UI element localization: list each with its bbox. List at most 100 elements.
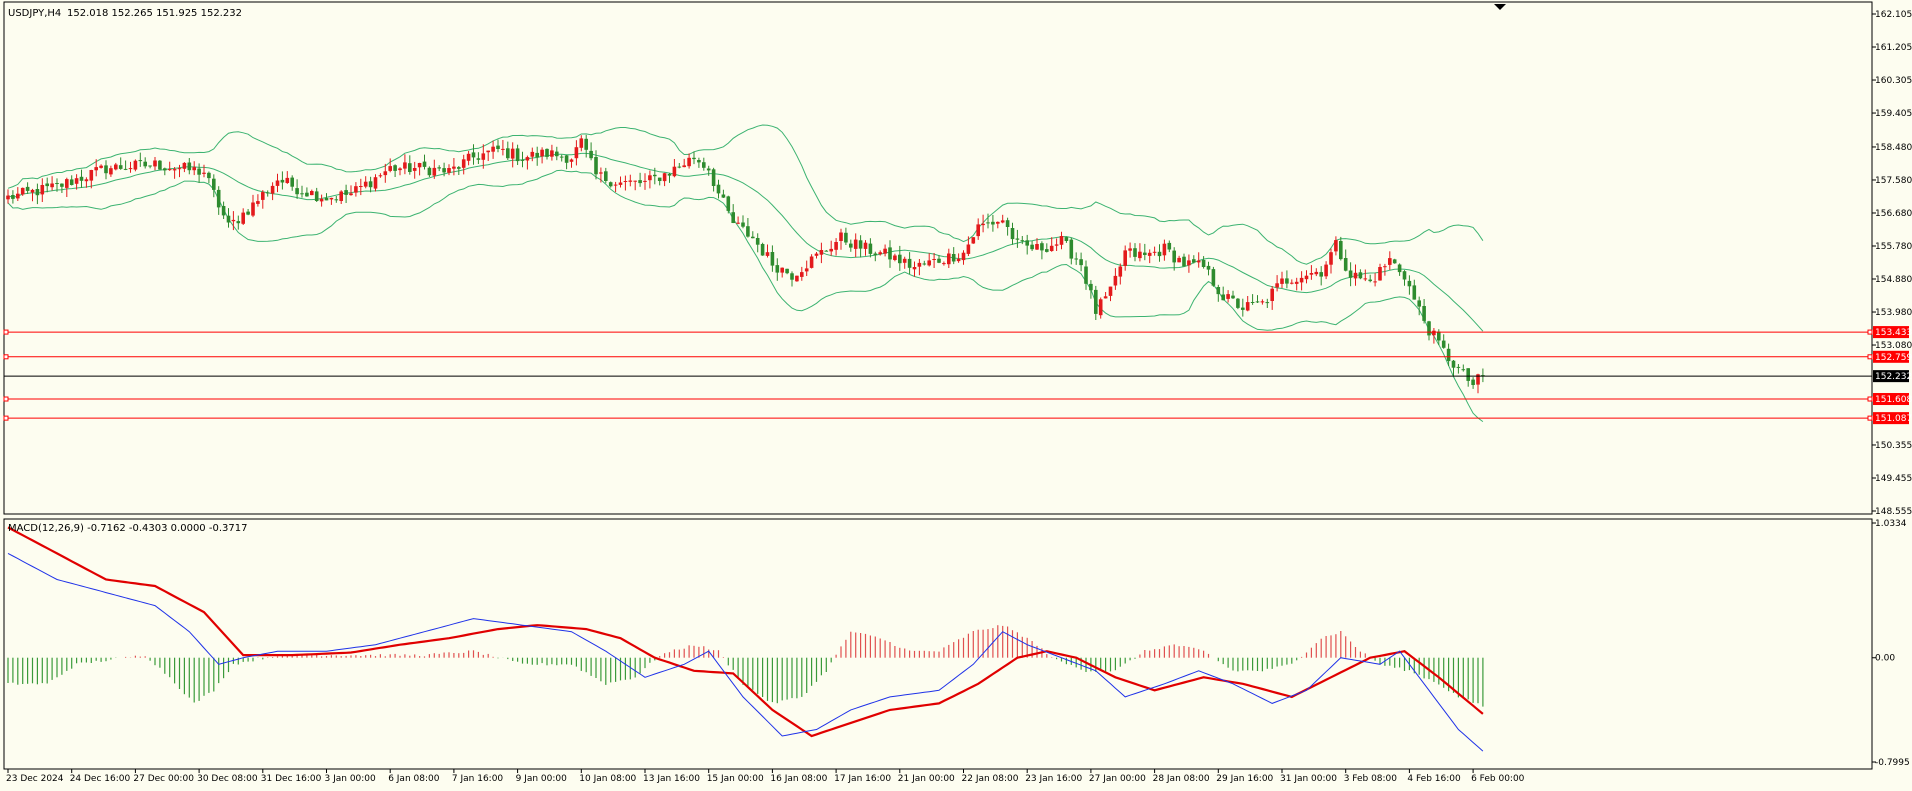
macd-signal-line xyxy=(7,526,1484,738)
candle-body xyxy=(25,186,30,191)
candle-body xyxy=(35,189,40,196)
candle-body xyxy=(1285,278,1289,284)
candle-body xyxy=(55,183,59,184)
candle-body xyxy=(1319,272,1323,277)
candle-body xyxy=(932,259,936,260)
price-tick-label: 157.580 xyxy=(1875,176,1912,186)
time-tick-label: 27 Dec 00:00 xyxy=(133,774,194,784)
time-tick-label: 31 Dec 16:00 xyxy=(261,774,322,784)
candle-body xyxy=(608,182,613,187)
candle-body xyxy=(1064,237,1069,241)
candle-body xyxy=(839,232,843,241)
candle-body xyxy=(447,168,451,173)
candle-body xyxy=(1123,250,1127,266)
candle-body xyxy=(359,186,363,187)
price-tick-label: 148.555 xyxy=(1875,507,1912,517)
candle-body xyxy=(388,166,392,171)
candle-body xyxy=(1211,269,1216,286)
candle-body xyxy=(883,248,887,254)
candle-body xyxy=(1255,301,1260,303)
candle-body xyxy=(672,166,677,177)
candle-body xyxy=(618,182,623,185)
candle-body xyxy=(11,195,15,199)
macd-label: MACD(12,26,9) -0.7162 -0.4303 0.0000 -0.… xyxy=(8,523,247,534)
candle-body xyxy=(721,194,726,198)
candle-body xyxy=(1343,258,1348,271)
bollinger-upper-band xyxy=(7,124,1484,265)
candle-body xyxy=(1437,331,1441,341)
candle-body xyxy=(1152,251,1157,253)
candle-body xyxy=(1461,369,1466,371)
candle-body xyxy=(662,173,667,182)
candle-body xyxy=(1201,260,1206,267)
macd-tick-label: 0.00 xyxy=(1875,654,1895,664)
price-tick-label: 149.455 xyxy=(1875,474,1912,484)
time-tick-label: 16 Jan 08:00 xyxy=(770,774,827,784)
candle-body xyxy=(1334,240,1338,252)
candle-body xyxy=(251,202,255,216)
time-tick-label: 3 Jan 00:00 xyxy=(325,774,377,784)
candle-body xyxy=(1245,302,1250,311)
candle-body xyxy=(1113,275,1118,286)
candle-body xyxy=(1456,366,1461,368)
candle-body xyxy=(305,192,309,197)
price-tick-label: 159.405 xyxy=(1875,109,1912,119)
candle-body xyxy=(187,162,192,171)
candle-body xyxy=(138,160,143,162)
candle-body xyxy=(1304,275,1309,280)
candle-body xyxy=(30,189,35,193)
candle-body xyxy=(667,174,672,176)
price-chart-canvas[interactable]: 153.433 152.759 151.608 151.087 152.232 162… xyxy=(0,0,1912,791)
candle-body xyxy=(819,250,824,255)
candle-body xyxy=(976,224,980,237)
candle-body xyxy=(868,243,873,254)
candle-body xyxy=(1392,259,1397,264)
time-tick-label: 27 Jan 00:00 xyxy=(1089,774,1146,784)
candle-body xyxy=(604,171,608,181)
candle-body xyxy=(1162,243,1167,256)
chart-shift-marker-icon[interactable] xyxy=(1494,4,1506,10)
candle-body xyxy=(310,191,314,196)
candle-body xyxy=(123,168,128,170)
price-tick-label: 150.355 xyxy=(1875,441,1912,451)
macd-panel-frame xyxy=(3,518,1873,770)
candle-body xyxy=(153,160,157,167)
candle-body xyxy=(1049,245,1054,251)
candle-body xyxy=(1143,252,1147,255)
candle-body xyxy=(947,253,951,265)
candle-body xyxy=(1005,220,1010,227)
candle-body xyxy=(1388,258,1392,265)
candle-body xyxy=(780,267,784,273)
candle-body xyxy=(1177,257,1181,263)
candle-body xyxy=(550,150,554,157)
candle-body xyxy=(795,275,799,282)
candle-body xyxy=(760,244,765,256)
price-tick-label: 161.205 xyxy=(1875,43,1912,53)
candle-body xyxy=(623,181,628,182)
candle-body xyxy=(1466,368,1470,381)
candle-body xyxy=(290,177,294,187)
price-tick-label: 155.780 xyxy=(1875,242,1912,252)
candle-body xyxy=(45,183,49,187)
candle-body xyxy=(1231,295,1235,299)
candle-body xyxy=(261,192,265,200)
macd-main-line xyxy=(7,552,1484,752)
candle-body xyxy=(167,169,172,171)
candle-body xyxy=(1133,248,1137,257)
candle-body xyxy=(172,169,177,171)
price-tick-label: 156.680 xyxy=(1875,209,1912,219)
chart-window[interactable]: 153.433 152.759 151.608 151.087 152.232 162… xyxy=(0,0,1912,791)
candle-body xyxy=(20,187,25,195)
bollinger-lower-band xyxy=(7,169,1484,423)
candle-body xyxy=(466,153,471,161)
time-tick-label: 22 Jan 08:00 xyxy=(962,774,1019,784)
candle-body xyxy=(731,212,735,223)
candle-body xyxy=(996,221,1000,224)
candle-body xyxy=(1108,286,1113,296)
candle-body xyxy=(1265,302,1270,304)
candle-body xyxy=(373,177,378,189)
candle-body xyxy=(319,198,324,202)
candle-body xyxy=(339,191,343,201)
candle-body xyxy=(1074,258,1078,260)
candle-body xyxy=(574,147,579,159)
